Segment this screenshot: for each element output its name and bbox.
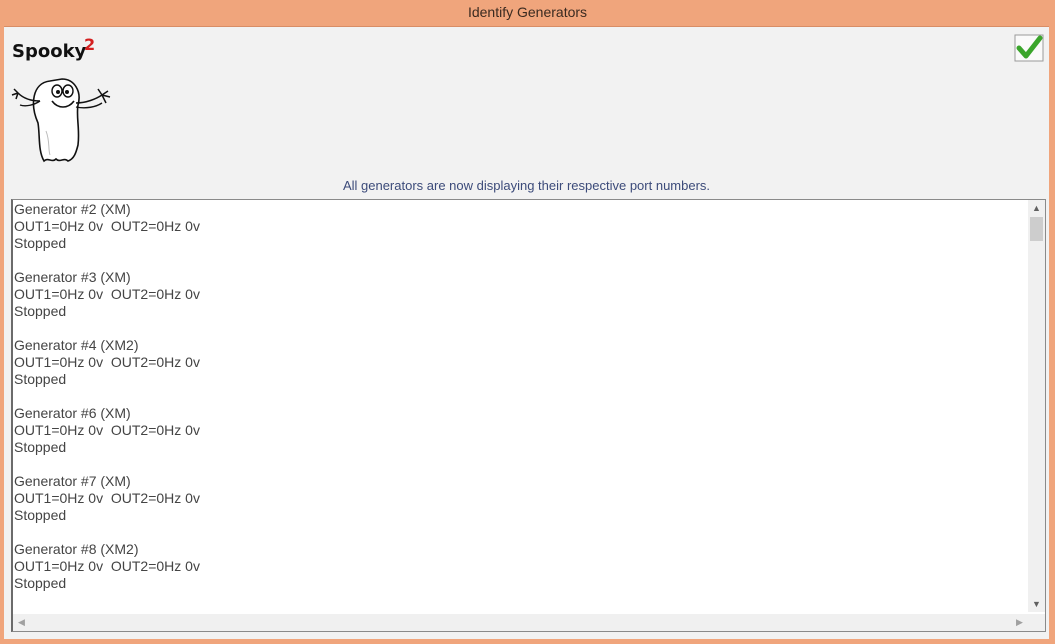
generator-entry[interactable]: Generator #4 (XM2) OUT1=0Hz 0v OUT2=0Hz 0… xyxy=(14,337,1026,388)
green-check-icon xyxy=(1014,34,1044,62)
dialog-body: Spooky 2 All generators are now displayi… xyxy=(4,26,1049,639)
generator-state: Stopped xyxy=(14,439,67,455)
generator-entry[interactable]: Generator #6 (XM) OUT1=0Hz 0v OUT2=0Hz 0v… xyxy=(14,405,1026,456)
scroll-right-icon[interactable]: ▶ xyxy=(1011,614,1028,631)
generator-outputs: OUT1=0Hz 0v OUT2=0Hz 0v xyxy=(14,422,200,438)
scroll-left-icon[interactable]: ◀ xyxy=(13,614,30,631)
scrollbar-corner xyxy=(1028,614,1045,631)
generator-outputs: OUT1=0Hz 0v OUT2=0Hz 0v xyxy=(14,354,200,370)
generator-entry[interactable]: Generator #2 (XM) OUT1=0Hz 0v OUT2=0Hz 0v… xyxy=(14,201,1026,252)
window-title: Identify Generators xyxy=(0,0,1055,24)
generator-name: Generator #8 (XM2) xyxy=(14,541,139,557)
vertical-scrollbar[interactable]: ▲ ▼ xyxy=(1028,200,1045,612)
ghost-icon xyxy=(11,78,111,163)
ok-button[interactable] xyxy=(1014,34,1044,62)
generator-outputs: OUT1=0Hz 0v OUT2=0Hz 0v xyxy=(14,218,200,234)
generator-entry[interactable]: Generator #3 (XM) OUT1=0Hz 0v OUT2=0Hz 0v… xyxy=(14,269,1026,320)
scroll-thumb[interactable] xyxy=(1030,217,1043,241)
generator-state: Stopped xyxy=(14,235,67,251)
generator-state: Stopped xyxy=(14,575,67,591)
status-message: All generators are now displaying their … xyxy=(342,178,711,193)
generator-list[interactable]: Generator #2 (XM) OUT1=0Hz 0v OUT2=0Hz 0v… xyxy=(11,199,1046,632)
logo-text: Spooky xyxy=(12,41,87,62)
generator-entry[interactable]: Generator #8 (XM2) OUT1=0Hz 0v OUT2=0Hz 0… xyxy=(14,541,1026,592)
generator-name: Generator #7 (XM) xyxy=(14,473,131,489)
generator-state: Stopped xyxy=(14,507,67,523)
generator-state: Stopped xyxy=(14,371,67,387)
scroll-down-icon[interactable]: ▼ xyxy=(1028,596,1045,612)
generator-outputs: OUT1=0Hz 0v OUT2=0Hz 0v xyxy=(14,490,200,506)
scroll-up-icon[interactable]: ▲ xyxy=(1028,200,1045,216)
logo-superscript: 2 xyxy=(84,35,96,54)
generator-list-content: Generator #2 (XM) OUT1=0Hz 0v OUT2=0Hz 0v… xyxy=(14,201,1026,613)
generator-entry[interactable]: Generator #7 (XM) OUT1=0Hz 0v OUT2=0Hz 0v… xyxy=(14,473,1026,524)
generator-name: Generator #4 (XM2) xyxy=(14,337,139,353)
generator-outputs: OUT1=0Hz 0v OUT2=0Hz 0v xyxy=(14,286,200,302)
generator-name: Generator #6 (XM) xyxy=(14,405,131,421)
horizontal-scrollbar[interactable]: ◀ ▶ xyxy=(13,614,1045,631)
generator-name: Generator #3 (XM) xyxy=(14,269,131,285)
spooky2-logo: Spooky 2 xyxy=(10,35,120,165)
generator-state: Stopped xyxy=(14,303,67,319)
generator-outputs: OUT1=0Hz 0v OUT2=0Hz 0v xyxy=(14,558,200,574)
generator-name: Generator #2 (XM) xyxy=(14,201,131,217)
